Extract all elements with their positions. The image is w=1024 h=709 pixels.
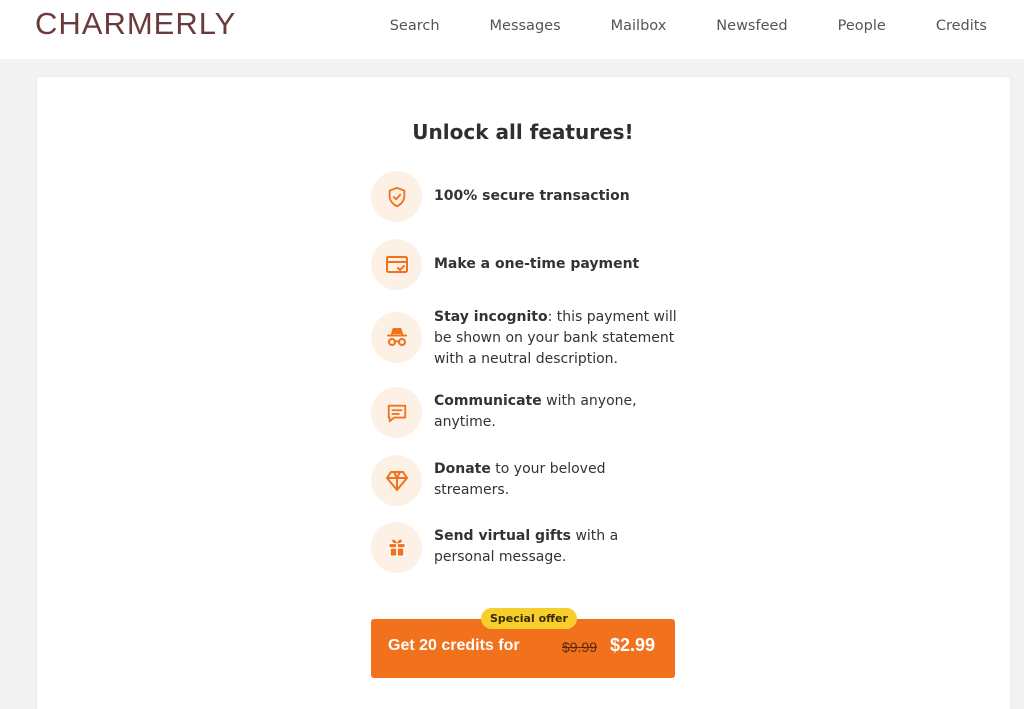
incognito-icon — [371, 312, 422, 363]
feature-title: 100% secure transaction — [434, 188, 630, 204]
feature-item: Communicate with anyone, anytime. — [371, 387, 691, 438]
special-offer-badge: Special offer — [481, 608, 577, 629]
feature-title: Donate — [434, 461, 491, 477]
nav-item-credits[interactable]: Credits — [936, 16, 987, 36]
nav-item-newsfeed[interactable]: Newsfeed — [716, 16, 787, 36]
feature-text: 100% secure transaction — [434, 186, 684, 207]
feature-item: Stay incognito: this payment will be sho… — [371, 309, 691, 374]
old-price: $9.99 — [562, 639, 598, 655]
offer-label: Get 20 credits for — [388, 637, 520, 654]
feature-title: Send virtual gifts — [434, 528, 571, 544]
nav-item-messages[interactable]: Messages — [490, 16, 561, 36]
feature-title: Make a one-time payment — [434, 256, 640, 272]
feature-item: Donate to your beloved streamers. — [371, 455, 691, 506]
main-nav: Search Messages Mailbox Newsfeed People … — [390, 16, 987, 36]
page-title: Unlock all features! — [412, 120, 634, 144]
feature-text: Make a one-time payment — [434, 254, 684, 275]
top-bar: CHARMERLY Search Messages Mailbox Newsfe… — [0, 0, 1024, 59]
nav-item-mailbox[interactable]: Mailbox — [611, 16, 667, 36]
feature-title: Stay incognito — [434, 309, 548, 325]
nav-item-search[interactable]: Search — [390, 16, 440, 36]
chat-icon — [371, 387, 422, 438]
feature-title: Communicate — [434, 393, 542, 409]
feature-item: 100% secure transaction — [371, 171, 691, 222]
gift-icon — [371, 522, 422, 573]
card-check-icon — [371, 239, 422, 290]
feature-text: Stay incognito: this payment will be sho… — [434, 307, 684, 370]
feature-text: Send virtual gifts with a personal messa… — [434, 526, 634, 568]
logo[interactable]: CHARMERLY — [35, 6, 236, 42]
feature-item: Send virtual gifts with a personal messa… — [371, 522, 691, 573]
offer-area: Get 20 credits for $9.99 $2.99 Special o… — [371, 608, 675, 678]
feature-text: Communicate with anyone, anytime. — [434, 391, 644, 433]
feature-text: Donate to your beloved streamers. — [434, 459, 614, 501]
feature-item: Make a one-time payment — [371, 239, 691, 290]
nav-item-people[interactable]: People — [838, 16, 886, 36]
diamond-icon — [371, 455, 422, 506]
new-price: $2.99 — [610, 635, 656, 655]
shield-check-icon — [371, 171, 422, 222]
